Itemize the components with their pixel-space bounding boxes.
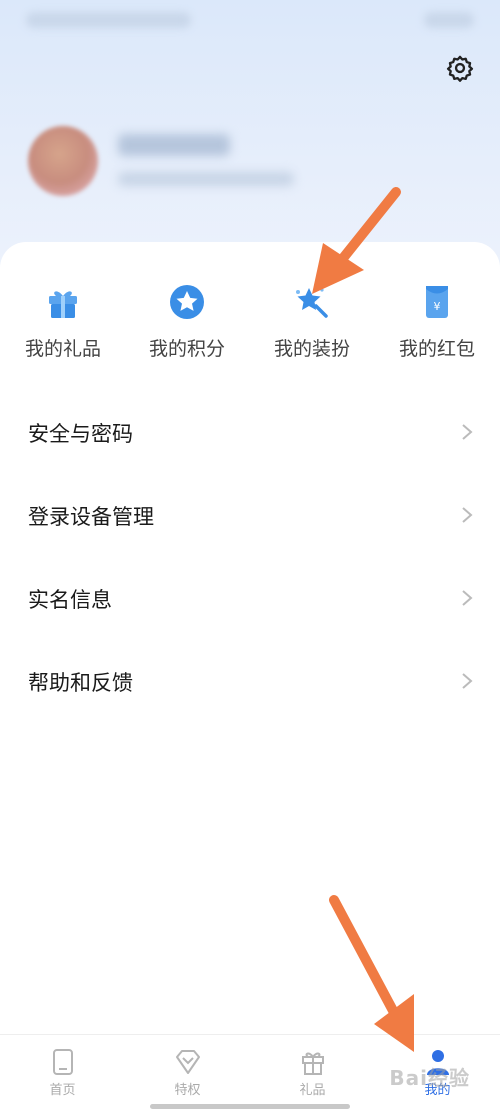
status-bar-left-blurred	[26, 12, 191, 28]
privilege-icon	[173, 1047, 203, 1077]
status-bar	[26, 8, 474, 32]
menu-item-label: 安全与密码	[28, 422, 133, 446]
magic-wand-icon	[292, 282, 332, 322]
nav-tab-label: 礼品	[299, 1083, 326, 1098]
gift-icon	[298, 1047, 328, 1077]
menu-item-label: 帮助和反馈	[28, 671, 133, 695]
svg-text:¥: ¥	[434, 300, 441, 313]
menu-item-device-management[interactable]: 登录设备管理	[0, 487, 500, 543]
menu-item-security-password[interactable]: 安全与密码	[0, 404, 500, 460]
nav-tab-home[interactable]: 首页	[0, 1035, 125, 1111]
quick-action-my-red-packets[interactable]: ¥ 我的红包	[382, 278, 492, 368]
nav-tab-label: 首页	[49, 1083, 76, 1098]
status-bar-right-blurred	[424, 12, 474, 28]
quick-action-label: 我的礼品	[24, 338, 101, 360]
quick-action-label: 我的装扮	[273, 338, 350, 360]
nav-tab-label: 特权	[174, 1083, 201, 1098]
nav-tab-privilege[interactable]: 特权	[125, 1035, 250, 1111]
chevron-right-icon	[460, 588, 474, 608]
gift-icon	[43, 282, 83, 322]
home-icon	[48, 1047, 78, 1077]
avatar[interactable]	[28, 126, 98, 196]
menu-item-help-feedback[interactable]: 帮助和反馈	[0, 653, 500, 709]
quick-action-label: 我的积分	[148, 338, 225, 360]
red-packet-icon: ¥	[417, 282, 457, 322]
star-badge-icon	[167, 282, 207, 322]
username-blurred	[118, 134, 230, 156]
chevron-right-icon	[460, 422, 474, 442]
menu-item-label: 实名信息	[28, 588, 112, 612]
nav-tab-gifts[interactable]: 礼品	[250, 1035, 375, 1111]
quick-action-my-gifts[interactable]: 我的礼品	[8, 278, 118, 368]
quick-action-my-decorations[interactable]: 我的装扮	[257, 278, 367, 368]
quick-action-label: 我的红包	[398, 338, 475, 360]
quick-actions-row: 我的礼品 我的积分 我的装扮 ¥ 我的红包	[0, 278, 500, 368]
menu-item-label: 登录设备管理	[28, 505, 154, 529]
settings-gear-icon[interactable]	[446, 54, 474, 82]
home-indicator[interactable]	[150, 1104, 350, 1109]
quick-action-my-points[interactable]: 我的积分	[132, 278, 242, 368]
chevron-right-icon	[460, 505, 474, 525]
watermark: Bai经验	[389, 1066, 470, 1090]
chevron-right-icon	[460, 671, 474, 691]
account-info-blurred	[118, 172, 294, 186]
menu-item-real-name-info[interactable]: 实名信息	[0, 570, 500, 626]
